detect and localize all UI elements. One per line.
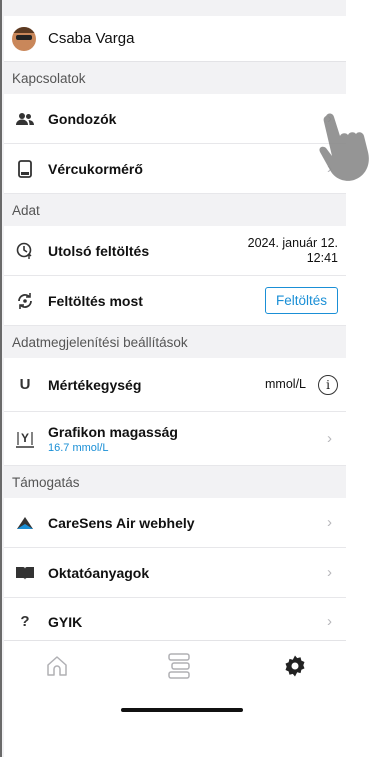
people-icon xyxy=(14,112,36,126)
gear-icon xyxy=(285,655,305,677)
caresens-website-label: CareSens Air webhely xyxy=(48,514,195,531)
chevron-right-icon: › xyxy=(327,430,332,447)
unit-row: U Mértékegység mmol/L i xyxy=(4,358,346,412)
graph-height-row[interactable]: Y Grafikon magasság 16.7 mmol/L › xyxy=(4,412,346,466)
caregivers-label: Gondozók xyxy=(48,110,117,127)
list-icon xyxy=(168,653,190,679)
svg-text:Y: Y xyxy=(21,431,29,445)
faq-label: GYIK xyxy=(48,613,83,630)
caresens-logo-icon xyxy=(14,515,36,531)
tutorials-row[interactable]: Oktatóanyagok › xyxy=(4,548,346,598)
unit-icon: U xyxy=(19,376,31,393)
last-upload-time: 12:41 xyxy=(306,250,338,265)
section-header-display: Adatmegjelenítési beállítások xyxy=(12,334,188,350)
last-upload-row: Utolsó feltöltés 2024. január 12. 12:41 xyxy=(4,226,346,276)
section-header-data: Adat xyxy=(12,202,40,218)
chevron-right-icon: › xyxy=(327,613,332,630)
top-strip xyxy=(4,0,346,16)
glucose-meter-label: Vércukormérő xyxy=(48,160,143,177)
tab-settings[interactable] xyxy=(280,651,310,681)
home-icon xyxy=(47,656,67,676)
upload-button[interactable]: Feltöltés xyxy=(264,287,338,314)
chevron-right-icon: › xyxy=(327,564,332,581)
caregivers-row[interactable]: Gondozók › xyxy=(4,94,346,144)
section-header-connections: Kapcsolatok xyxy=(12,70,86,86)
clock-upload-icon xyxy=(14,242,36,260)
chevron-right-icon: › xyxy=(327,514,332,531)
caresens-website-row[interactable]: CareSens Air webhely › xyxy=(4,498,346,548)
unit-label: Mértékegység xyxy=(48,376,142,393)
settings-screen: Csaba Varga Kapcsolatok Gondozók › Vércu… xyxy=(4,0,346,757)
upload-now-row: Feltöltés most Feltöltés xyxy=(4,276,346,326)
info-icon[interactable]: i xyxy=(318,374,338,395)
graph-height-icon: Y xyxy=(14,430,36,448)
last-upload-value: 2024. január 12. 12:41 xyxy=(248,236,338,266)
glucose-meter-row[interactable]: Vércukormérő › xyxy=(4,144,346,194)
tab-list[interactable] xyxy=(164,651,194,681)
tab-bar xyxy=(4,640,346,757)
graph-height-text: Grafikon magasság 16.7 mmol/L xyxy=(48,424,346,454)
glucose-meter-icon xyxy=(14,159,36,178)
pointing-hand-icon xyxy=(319,113,369,181)
profile-row[interactable]: Csaba Varga xyxy=(4,16,346,62)
profile-name: Csaba Varga xyxy=(48,30,135,47)
last-upload-date: 2024. január 12. xyxy=(247,235,338,250)
question-icon: ? xyxy=(20,613,30,630)
book-icon xyxy=(14,565,36,581)
phone-frame: Csaba Varga Kapcsolatok Gondozók › Vércu… xyxy=(0,0,346,757)
upload-now-label: Feltöltés most xyxy=(48,292,143,309)
faq-row[interactable]: ? GYIK › xyxy=(4,598,346,646)
tab-home[interactable] xyxy=(42,651,72,681)
avatar xyxy=(12,26,36,51)
sync-icon xyxy=(14,292,36,310)
graph-height-value: 16.7 mmol/L xyxy=(48,441,109,454)
home-indicator xyxy=(121,708,243,712)
tutorials-label: Oktatóanyagok xyxy=(48,564,150,581)
unit-value: mmol/L xyxy=(265,377,306,391)
screenshot-frame: Csaba Varga Kapcsolatok Gondozók › Vércu… xyxy=(0,0,376,757)
section-header-support: Támogatás xyxy=(12,474,80,490)
graph-height-label: Grafikon magasság xyxy=(48,423,178,440)
last-upload-label: Utolsó feltöltés xyxy=(48,242,150,259)
